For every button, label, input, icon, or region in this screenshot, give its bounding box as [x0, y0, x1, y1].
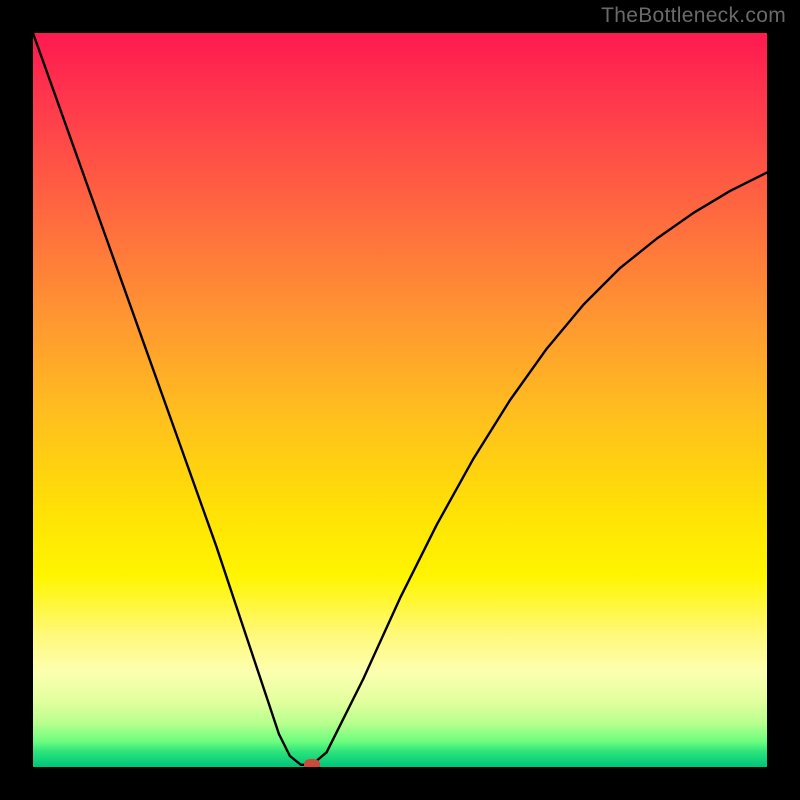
chart-frame: TheBottleneck.com [0, 0, 800, 800]
watermark-text: TheBottleneck.com [601, 4, 786, 28]
curve-path [33, 33, 767, 765]
bottleneck-curve [33, 33, 767, 767]
plot-area [33, 33, 767, 767]
optimal-point-marker [304, 759, 320, 767]
